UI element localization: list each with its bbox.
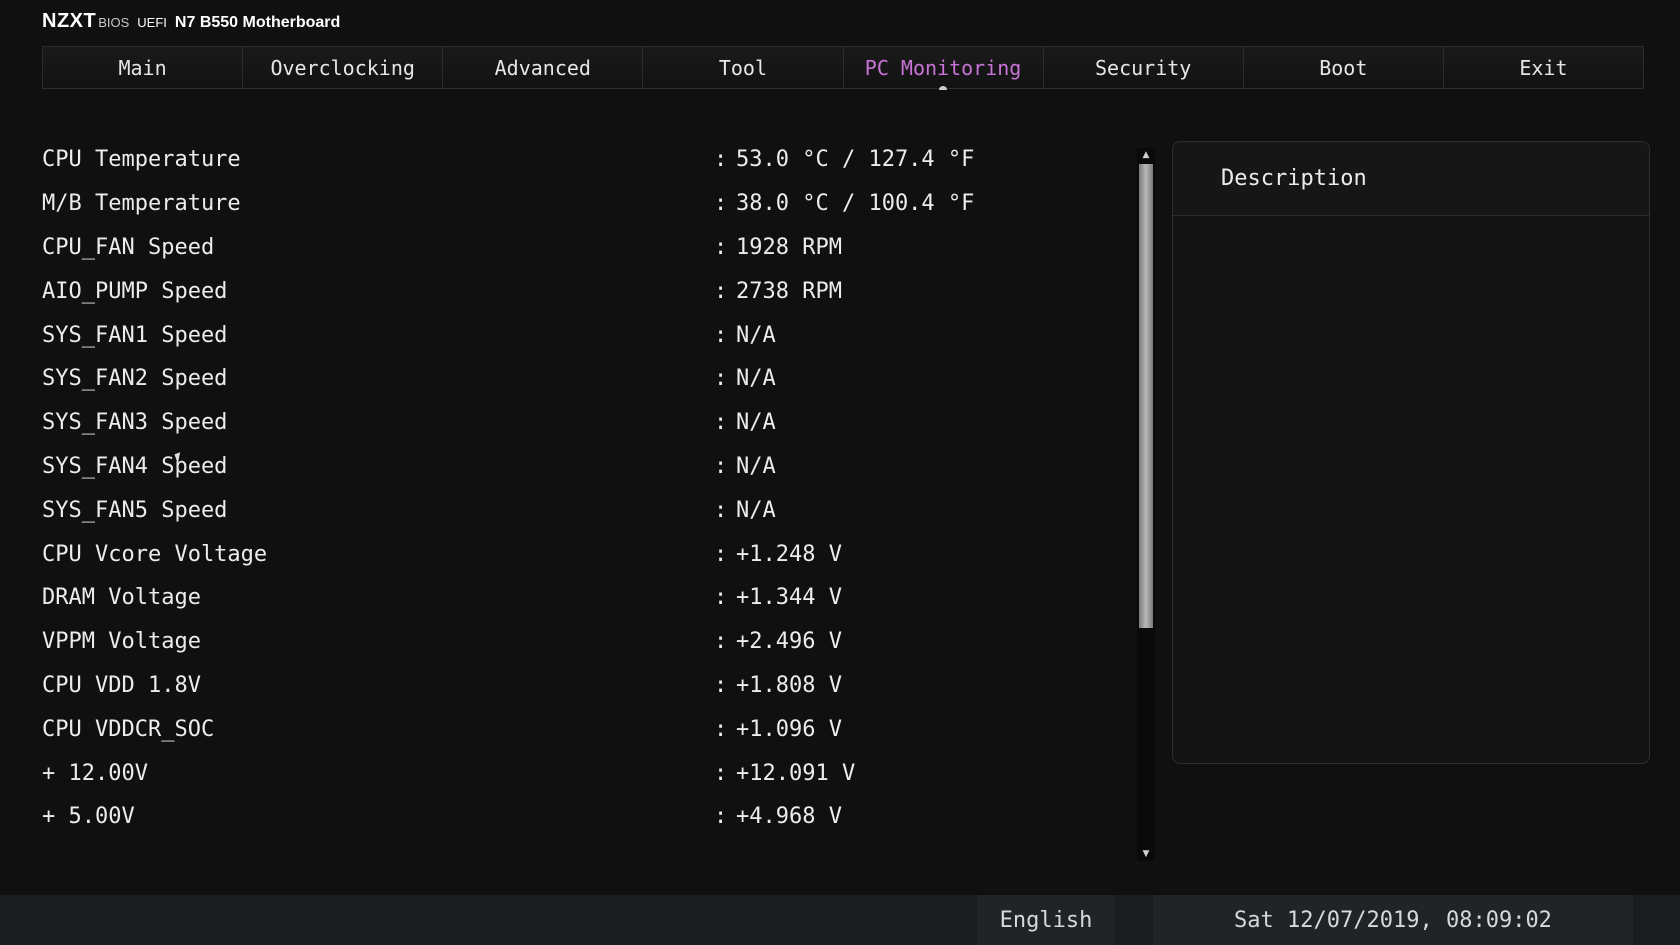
item-label: VPPM Voltage [42, 629, 201, 655]
item-value: 53.0 °C / 127.4 °F [736, 147, 975, 173]
nzxt-logo: NZXT [42, 10, 97, 32]
list-item[interactable]: CPU Vcore Voltage: +1.248 V [42, 532, 1132, 576]
item-label: + 12.00V [42, 760, 148, 786]
list-item[interactable]: AIO_PUMP Speed:2738 RPM [42, 269, 1132, 313]
tab-pc-monitoring[interactable]: PC Monitoring [843, 47, 1044, 90]
tab-advanced[interactable]: Advanced [443, 47, 644, 88]
tab-main[interactable]: Main [43, 47, 244, 88]
item-separator: : [714, 804, 728, 830]
tab-exit[interactable]: Exit [1443, 47, 1643, 88]
description-panel: Description [1172, 141, 1650, 764]
date-time: Sat 12/07/2019, 08:09:02 [1153, 895, 1633, 945]
item-separator: : [714, 497, 728, 523]
uefi-label: UEFI [137, 15, 167, 30]
item-separator: : [714, 453, 728, 479]
item-separator: : [714, 629, 728, 655]
list-item[interactable]: + 5.00V: +4.968 V [42, 795, 1132, 839]
monitoring-list: CPU Temperature:53.0 °C / 127.4 °F M/B T… [42, 138, 1132, 839]
list-item[interactable]: SYS_FAN3 Speed: N/A [42, 401, 1132, 445]
item-label: AIO_PUMP Speed [42, 278, 228, 304]
item-label: SYS_FAN5 Speed [42, 497, 228, 523]
item-value: N/A [736, 410, 776, 436]
scrollbar-thumb[interactable] [1139, 164, 1153, 628]
item-label: SYS_FAN4 Speed [42, 453, 228, 479]
item-value: +1.808 V [736, 672, 842, 698]
item-label: DRAM Voltage [42, 585, 201, 611]
tab-overclocking[interactable]: Overclocking [243, 47, 444, 88]
item-value: N/A [736, 366, 776, 392]
item-separator: : [714, 147, 728, 173]
item-value: 2738 RPM [736, 278, 842, 304]
list-item[interactable]: CPU VDDCR_SOC: +1.096 V [42, 707, 1132, 751]
item-value: +12.091 V [736, 760, 856, 786]
list-item[interactable]: SYS_FAN2 Speed: N/A [42, 357, 1132, 401]
item-label: CPU_FAN Speed [42, 234, 215, 260]
item-separator: : [714, 585, 728, 611]
list-item[interactable]: SYS_FAN4 Speed: N/A [42, 445, 1132, 489]
list-item[interactable]: DRAM Voltage: +1.344 V [42, 576, 1132, 620]
tab-security[interactable]: Security [1043, 47, 1244, 88]
item-separator: : [714, 278, 728, 304]
item-value: +1.344 V [736, 585, 842, 611]
item-label: SYS_FAN1 Speed [42, 322, 228, 348]
description-title: Description [1173, 142, 1649, 216]
brand-header: NZXT BIOS UEFI N7 B550 Motherboard [42, 10, 340, 36]
list-item[interactable]: + 12.00V: +12.091 V [42, 751, 1132, 795]
scrollbar[interactable]: ▲ ▼ [1137, 148, 1155, 861]
item-value: 1928 RPM [736, 234, 842, 260]
item-label: + 5.00V [42, 804, 135, 830]
item-separator: : [714, 716, 728, 742]
item-value: N/A [736, 322, 776, 348]
item-label: SYS_FAN2 Speed [42, 366, 228, 392]
list-item[interactable]: SYS_FAN1 Speed: N/A [42, 313, 1132, 357]
item-value: +2.496 V [736, 629, 842, 655]
item-label: SYS_FAN3 Speed [42, 410, 228, 436]
list-item[interactable]: VPPM Voltage: +2.496 V [42, 620, 1132, 664]
item-label: CPU Vcore Voltage [42, 541, 268, 567]
item-label: CPU Temperature [42, 147, 241, 173]
item-separator: : [714, 410, 728, 436]
item-separator: : [714, 234, 728, 260]
item-separator: : [714, 541, 728, 567]
list-item[interactable]: M/B Temperature:38.0 °C / 100.4 °F [42, 182, 1132, 226]
item-label: CPU VDD 1.8V [42, 672, 201, 698]
item-value: 38.0 °C / 100.4 °F [736, 191, 975, 217]
item-label: CPU VDDCR_SOC [42, 716, 215, 742]
list-item[interactable]: CPU Temperature:53.0 °C / 127.4 °F [42, 138, 1132, 182]
bios-label: BIOS [98, 15, 130, 30]
language-selector[interactable]: English [977, 895, 1115, 945]
item-value: +1.096 V [736, 716, 842, 742]
arrow-down-icon[interactable]: ▼ [1137, 847, 1155, 861]
item-label: M/B Temperature [42, 191, 241, 217]
tab-boot[interactable]: Boot [1243, 47, 1444, 88]
item-value: +4.968 V [736, 804, 842, 830]
status-bar: English Sat 12/07/2019, 08:09:02 [0, 895, 1680, 945]
item-value: +1.248 V [736, 541, 842, 567]
item-separator: : [714, 322, 728, 348]
item-separator: : [714, 672, 728, 698]
list-item[interactable]: SYS_FAN5 Speed: N/A [42, 488, 1132, 532]
item-separator: : [714, 366, 728, 392]
list-item[interactable]: CPU VDD 1.8V: +1.808 V [42, 664, 1132, 708]
item-separator: : [714, 760, 728, 786]
list-item[interactable]: CPU_FAN Speed:1928 RPM [42, 226, 1132, 270]
tab-tool[interactable]: Tool [643, 47, 844, 88]
item-value: N/A [736, 497, 776, 523]
item-separator: : [714, 191, 728, 217]
item-value: N/A [736, 453, 776, 479]
motherboard-model: N7 B550 Motherboard [174, 14, 341, 31]
arrow-up-icon[interactable]: ▲ [1137, 148, 1155, 162]
tab-bar: Main Overclocking Advanced Tool PC Monit… [42, 46, 1644, 90]
